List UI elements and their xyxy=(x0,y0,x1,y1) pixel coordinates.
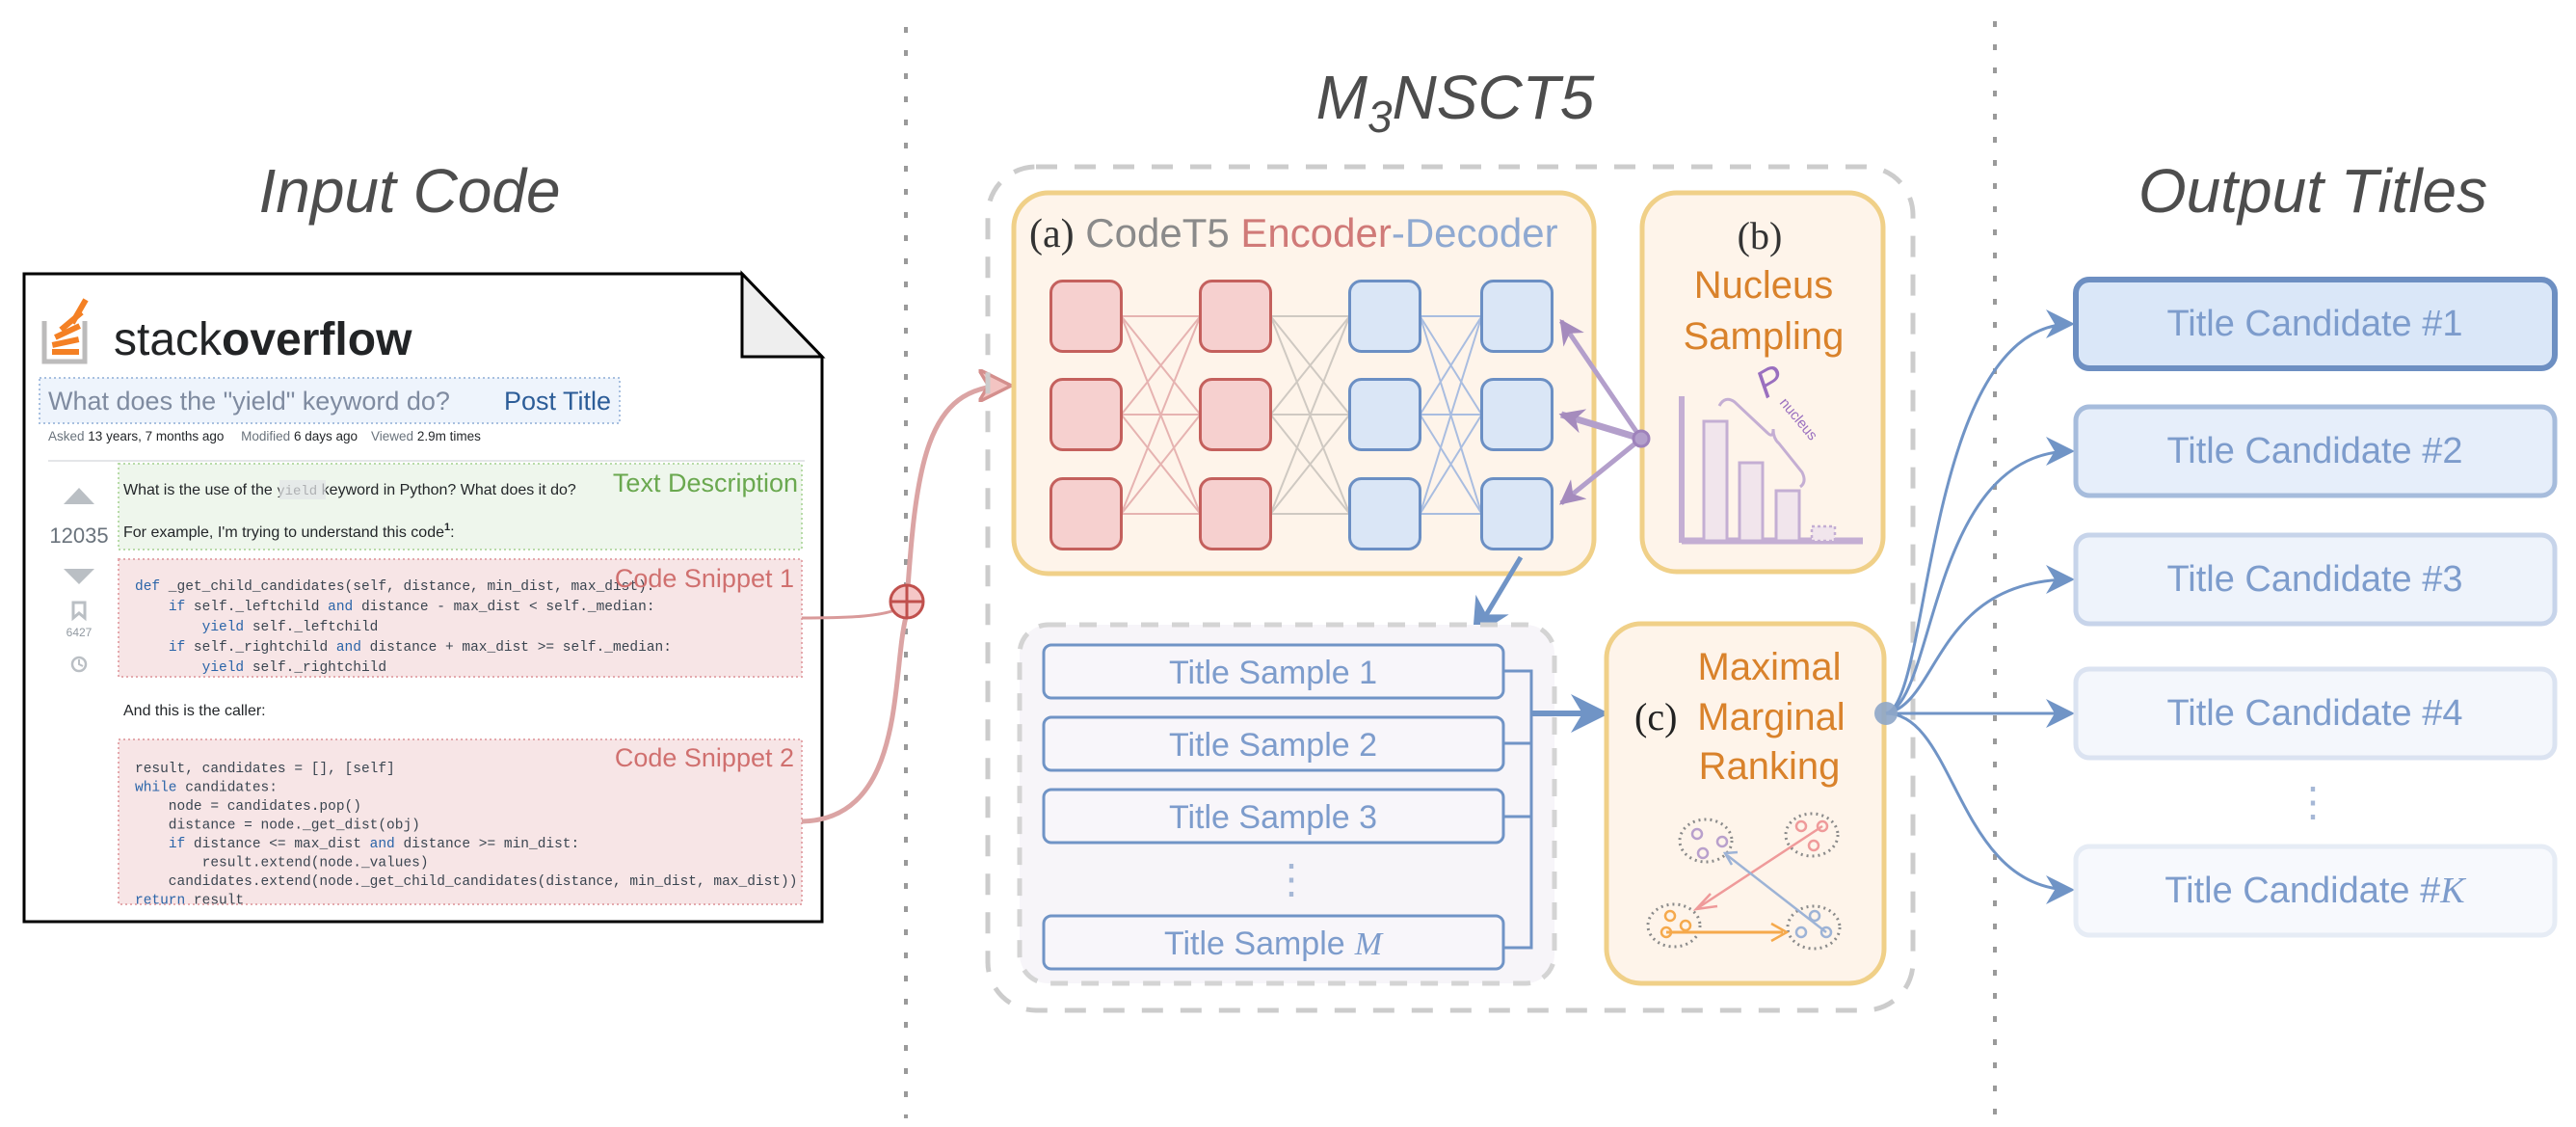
input-code-title: Input Code xyxy=(258,156,560,226)
code-line: yield self._leftchild xyxy=(135,620,378,635)
page-fold-corner xyxy=(740,270,826,359)
title-candidates-list: Title Candidate #1 Title Candidate #2 Titl… xyxy=(2073,277,2558,938)
mmr-line3: Ranking xyxy=(1699,745,1841,788)
title-candidate-label: Title Candidate #3 xyxy=(2166,559,2462,600)
diagram-canvas: Input Code M3NSCT5 Output Titles stackov… xyxy=(22,21,2558,1118)
title-candidate-item[interactable]: Title Candidate #3 xyxy=(2073,532,2558,627)
title-candidate-item[interactable]: Title Candidate #K xyxy=(2073,844,2558,938)
title-sample-item[interactable]: Title Sample 3 xyxy=(1042,788,1505,845)
question-line-1: What is the use of the yield keyword in … xyxy=(123,482,576,499)
post-title-tag: Post Title xyxy=(504,387,611,416)
code-line: result, candidates = [], [self] xyxy=(135,762,395,777)
code-line: node = candidates.pop() xyxy=(135,799,361,815)
bookmark-count: 6427 xyxy=(66,626,93,639)
title-sample-label: Title Sample 3 xyxy=(1169,799,1377,836)
code-line: result.extend(node._values) xyxy=(135,856,429,872)
code-line: if self._rightchild and distance + max_d… xyxy=(135,640,672,656)
code-line: candidates.extend(node._get_child_candid… xyxy=(135,874,797,890)
code-snippet-2-tag: Code Snippet 2 xyxy=(615,743,794,772)
title-candidate-label: Title Candidate #4 xyxy=(2166,693,2462,734)
title-candidate-label: Title Candidate #2 xyxy=(2166,431,2462,471)
inline-code-bg xyxy=(279,480,326,499)
title-candidate-item[interactable]: Title Candidate #1 xyxy=(2073,277,2558,371)
encoder-decoder-title: (a) CodeT5 Encoder-Decoder xyxy=(1029,210,1558,256)
encoder-node xyxy=(1199,378,1272,451)
post-title[interactable]: What does the "yield" keyword do? xyxy=(48,387,450,416)
stackoverflow-logo-text: stackoverflow xyxy=(114,314,412,365)
output-titles-title: Output Titles xyxy=(2138,156,2487,226)
title-candidate-label: Title Candidate #1 xyxy=(2166,304,2462,344)
title-candidate-label: Title Candidate #K xyxy=(2164,871,2466,911)
encoder-node xyxy=(1049,477,1123,550)
code-line: while candidates: xyxy=(135,781,278,796)
title-candidate-item[interactable]: Title Candidate #2 xyxy=(2073,404,2558,498)
samples-ellipsis: ⋮ xyxy=(1271,856,1312,901)
title-sample-label: Title Sample 2 xyxy=(1169,727,1377,764)
nucleus-line1: Nucleus xyxy=(1694,264,1834,307)
model-title: M3NSCT5 xyxy=(1316,63,1595,142)
question-line-2: For example, I'm trying to understand th… xyxy=(123,522,455,541)
code-line: distance = node._get_dist(obj) xyxy=(135,818,420,834)
vote-count: 12035 xyxy=(49,523,108,548)
code-line: if distance <= max_dist and distance >= … xyxy=(135,837,579,852)
encoder-node xyxy=(1049,280,1123,353)
code-line: yield self._rightchild xyxy=(135,660,386,676)
decoder-node xyxy=(1348,280,1421,353)
mmr-prefix: (c) xyxy=(1634,695,1677,738)
text-description-tag: Text Description xyxy=(613,469,798,497)
code-snippet-1-tag: Code Snippet 1 xyxy=(615,564,794,593)
caller-text: And this is the caller: xyxy=(123,703,266,719)
title-sample-item[interactable]: Title Sample M xyxy=(1042,914,1505,971)
nucleus-line2: Sampling xyxy=(1684,315,1845,358)
stackoverflow-document: stackoverflow What does the "yield" keyw… xyxy=(22,270,826,924)
code-line: if self._leftchild and distance - max_di… xyxy=(135,600,655,615)
title-sample-item[interactable]: Title Sample 1 xyxy=(1042,643,1505,700)
title-candidate-item[interactable]: Title Candidate #4 xyxy=(2073,666,2558,761)
encoder-node xyxy=(1199,280,1272,353)
nucleus-prefix: (b) xyxy=(1738,214,1783,257)
decoder-node xyxy=(1480,378,1554,451)
title-sample-item[interactable]: Title Sample 2 xyxy=(1042,715,1505,772)
mmr-output-node xyxy=(1874,702,1898,725)
mmr-line2: Marginal xyxy=(1697,696,1845,738)
post-meta: Asked 13 years, 7 months ago Modified 6 … xyxy=(48,429,481,443)
mmr-line1: Maximal xyxy=(1698,646,1842,688)
candidates-ellipsis: ⋮ xyxy=(2293,779,2333,824)
decoder-node xyxy=(1480,477,1554,550)
code-line: def _get_child_candidates(self, distance… xyxy=(135,579,655,595)
decoder-node xyxy=(1348,378,1421,451)
code-line: return result xyxy=(135,894,244,909)
title-sample-label: Title Sample 1 xyxy=(1169,655,1377,691)
concat-plus-circle-icon xyxy=(889,583,925,620)
encoder-node xyxy=(1049,378,1123,451)
title-samples-list: Title Sample 1 Title Sample 2 Title Sample… xyxy=(1042,643,1505,971)
encoder-node xyxy=(1199,477,1272,550)
decoder-node xyxy=(1480,280,1554,353)
decoder-node xyxy=(1348,477,1421,550)
